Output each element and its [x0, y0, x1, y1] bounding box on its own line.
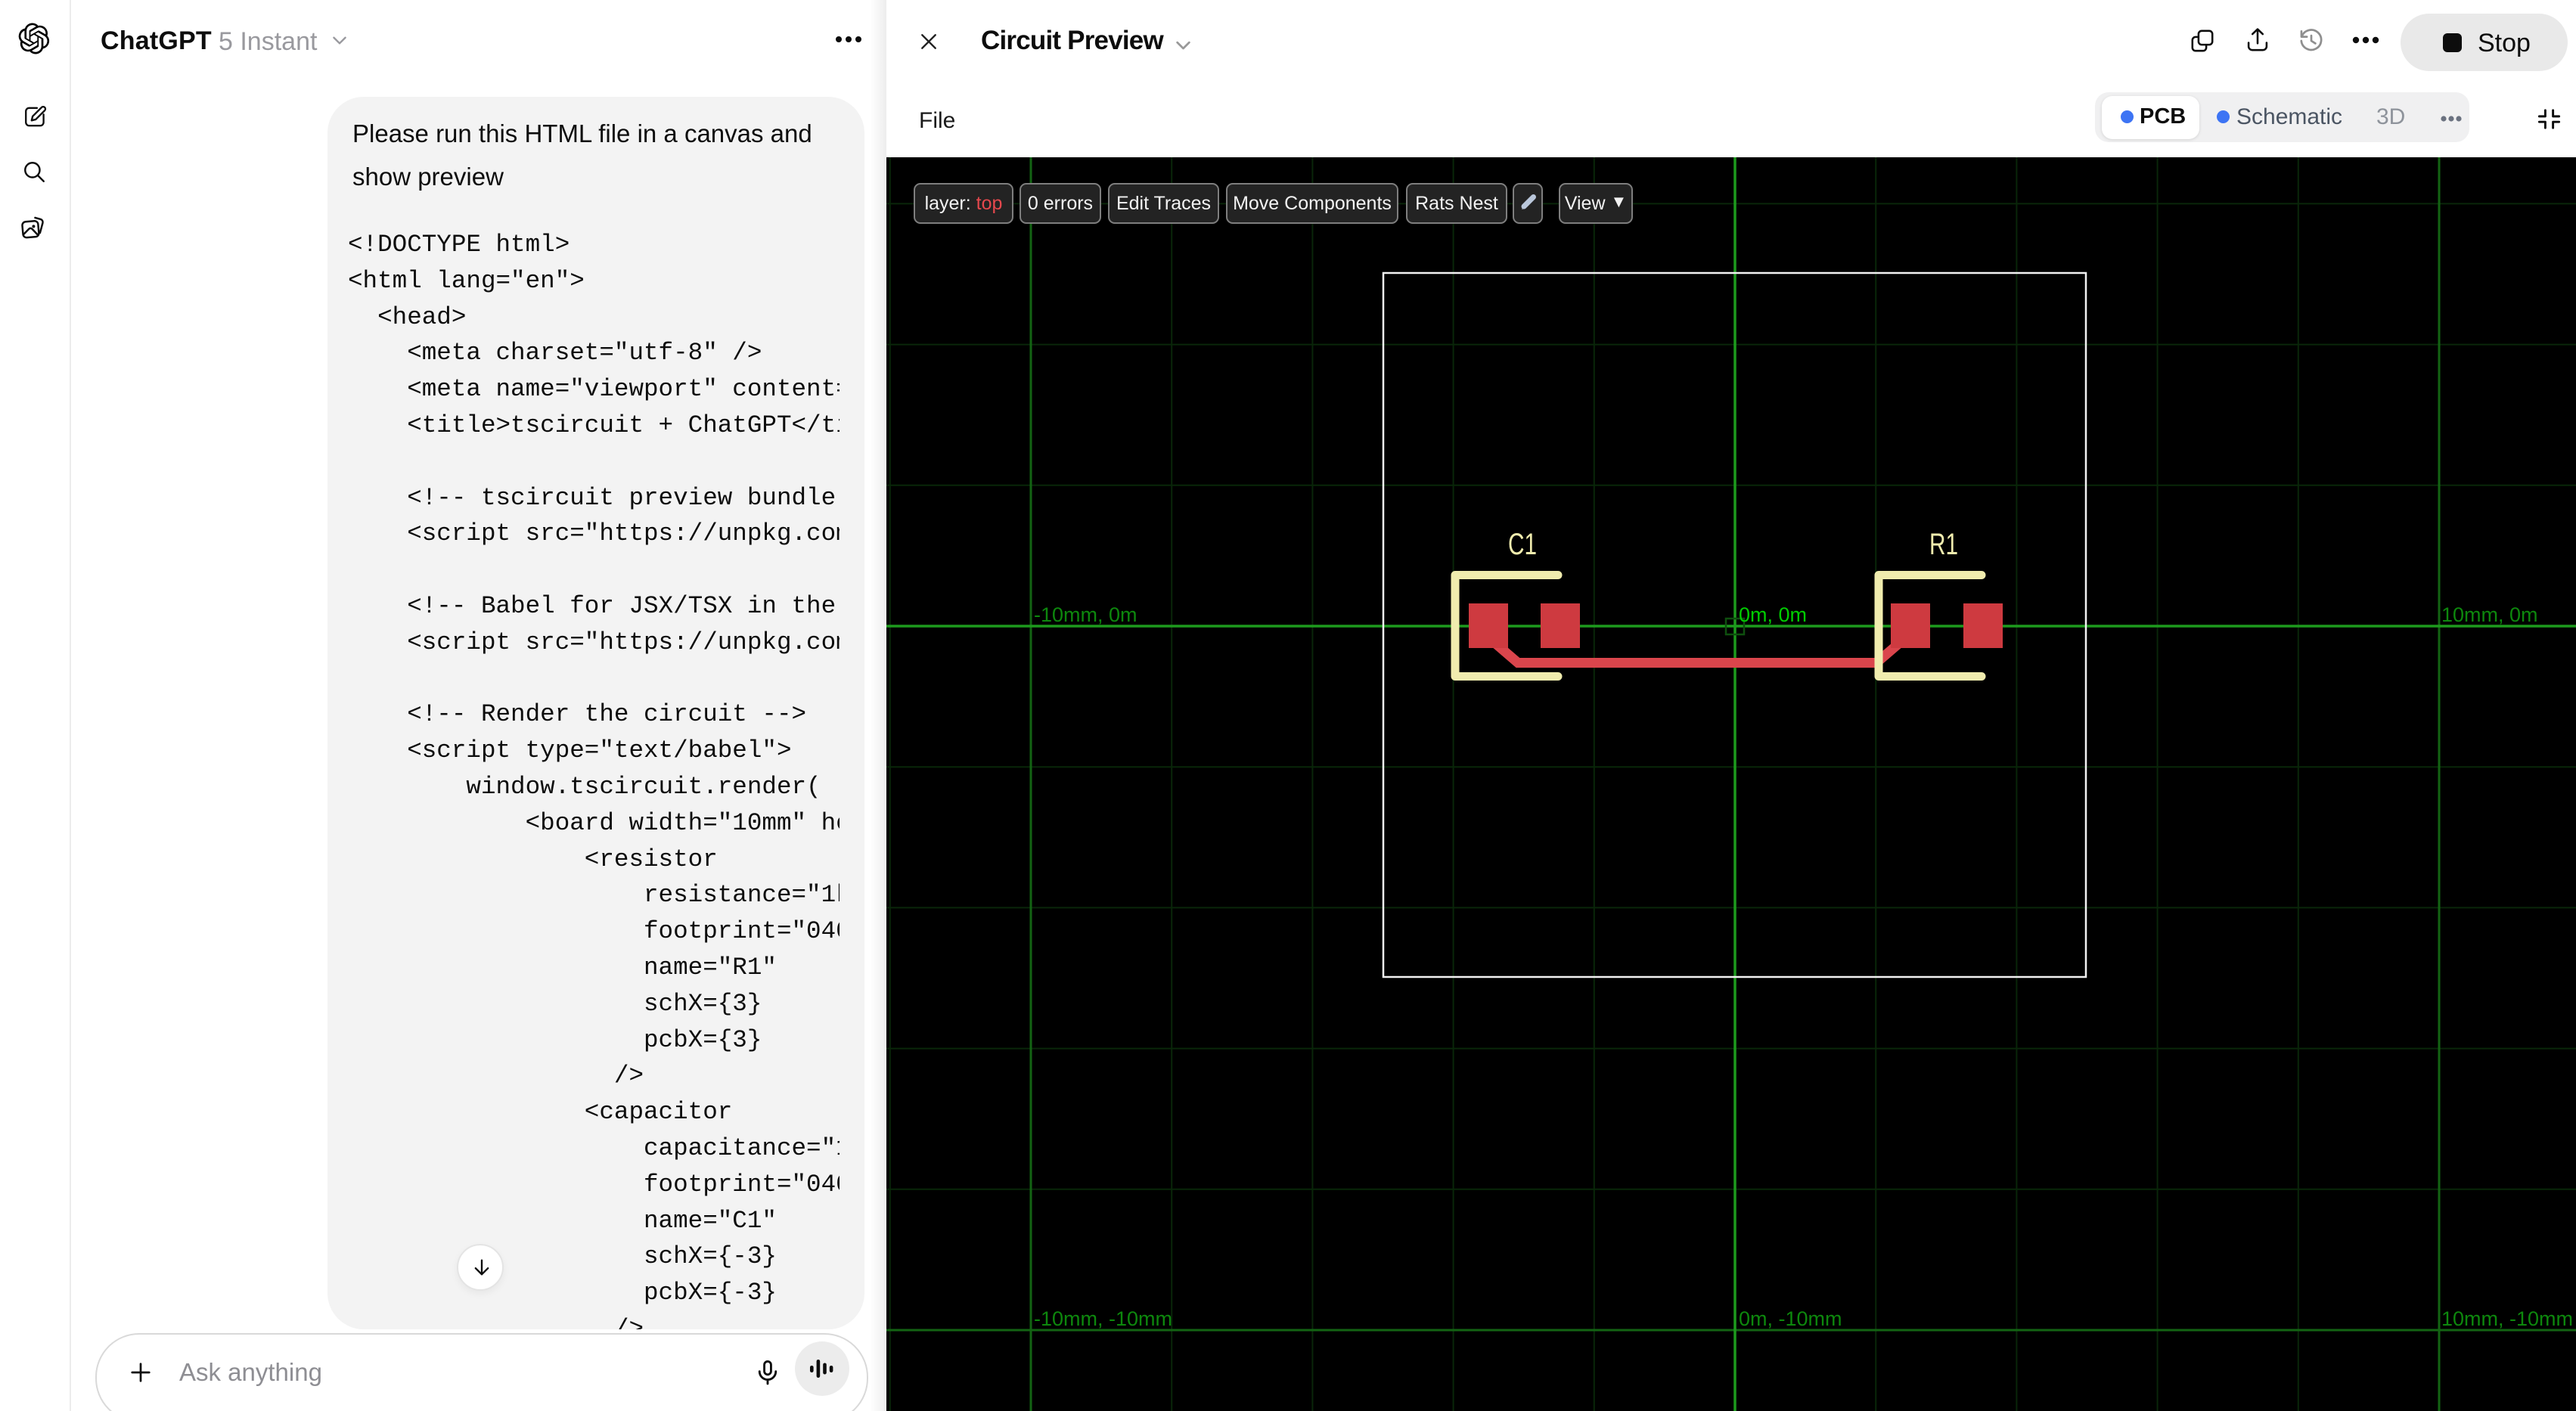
- svg-text:10mm, -10mm: 10mm, -10mm: [2441, 1307, 2573, 1330]
- svg-text:0m, -10mm: 0m, -10mm: [1739, 1307, 1842, 1330]
- svg-text:10mm, 0m: 10mm, 0m: [2441, 603, 2538, 626]
- svg-text:-10mm, -10mm: -10mm, -10mm: [1034, 1307, 1172, 1330]
- svg-text:-10mm, 0m: -10mm, 0m: [1034, 603, 1137, 626]
- svg-text:C1: C1: [1508, 528, 1537, 561]
- svg-text:R1: R1: [1929, 528, 1958, 561]
- svg-text:0m, 0m: 0m, 0m: [1739, 603, 1807, 626]
